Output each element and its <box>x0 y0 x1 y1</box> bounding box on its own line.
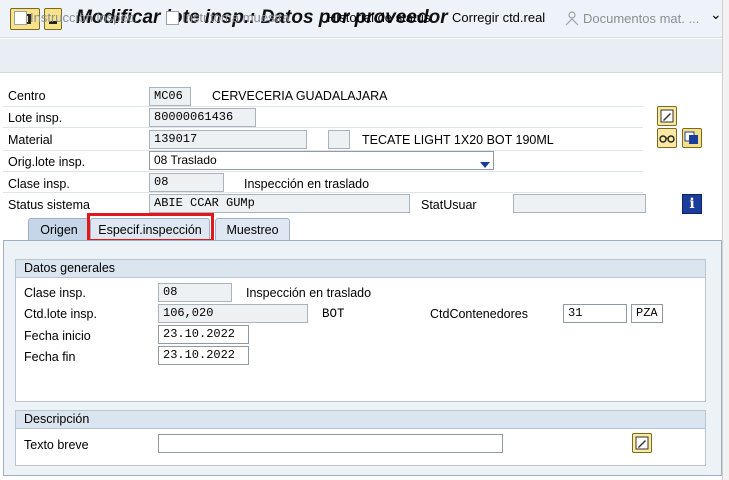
documentos-mat-button[interactable]: Documentos mat. ... <box>564 10 699 26</box>
dg-fecha-fin-field[interactable]: 23.10.2022 <box>158 346 249 365</box>
clase-insp-label: Clase insp. <box>8 177 70 191</box>
glasses-icon[interactable] <box>657 128 677 148</box>
status-sistema-label: Status sistema <box>8 198 90 212</box>
tab-muestreo[interactable]: Muestreo <box>215 218 290 240</box>
instr-toma-muestra-label: Instr.toma muestra <box>182 10 290 25</box>
clase-insp-field[interactable]: 08 <box>149 173 224 192</box>
texto-breve-input[interactable] <box>158 434 503 453</box>
document-icon <box>166 10 179 25</box>
dg-contenedores-label: CtdContenedores <box>430 307 528 321</box>
lote-insp-field[interactable]: 80000061436 <box>149 108 256 127</box>
dg-contenedores-field[interactable]: 31 <box>563 304 627 323</box>
dg-contenedores-unit-field[interactable]: PZA <box>631 304 663 323</box>
dg-fecha-inicio-label: Fecha inicio <box>24 329 91 343</box>
orig-lote-select[interactable]: 08 Traslado <box>149 151 494 170</box>
datos-generales-title: Datos generales <box>16 260 705 278</box>
chevron-down-icon[interactable] <box>480 157 490 171</box>
corregir-ctd-real-label: Corregir ctd.real <box>452 10 546 25</box>
divider <box>3 127 643 128</box>
more-toolbar-button[interactable]: ⌄ <box>710 6 722 23</box>
dg-fecha-inicio-field[interactable]: 23.10.2022 <box>158 325 249 344</box>
edit-icon[interactable] <box>632 433 652 453</box>
material-field[interactable]: 139017 <box>149 130 307 149</box>
divider <box>3 106 643 107</box>
centro-description: CERVECERIA GUADALAJARA <box>212 89 388 103</box>
dg-fecha-fin-label: Fecha fin <box>24 350 76 364</box>
corregir-ctd-real-button[interactable]: Corregir ctd.real <box>452 10 545 25</box>
status-sistema-field[interactable]: ABIE CCAR GUMp <box>149 194 410 213</box>
instr-toma-muestra-button[interactable]: Instr.toma muestra <box>166 10 290 25</box>
document-icon <box>14 10 27 25</box>
tab-origen[interactable]: Origen <box>28 218 90 240</box>
centro-label: Centro <box>8 89 46 103</box>
historial-status-button[interactable]: Historial de status <box>327 10 430 25</box>
dg-clase-field[interactable]: 08 <box>158 283 232 302</box>
orig-lote-value: 08 Traslado <box>154 153 217 167</box>
centro-field[interactable]: MC06 <box>149 87 191 106</box>
orig-lote-label: Orig.lote insp. <box>8 155 86 169</box>
lote-insp-label: Lote insp. <box>8 111 63 125</box>
descripcion-title: Descripción <box>16 411 705 429</box>
historial-status-label: Historial de status <box>327 10 431 25</box>
dg-clase-label: Clase insp. <box>24 286 86 300</box>
instruccion-inspec-button[interactable]: Instrucción inspec. <box>14 10 138 25</box>
edit-icon[interactable] <box>657 106 677 126</box>
dg-clase-description: Inspección en traslado <box>246 286 372 300</box>
application-toolbar <box>0 39 729 73</box>
divider <box>3 171 643 172</box>
material-aux-field[interactable] <box>328 130 350 149</box>
copy-icon[interactable] <box>682 128 702 148</box>
statusuar-field[interactable] <box>513 194 646 213</box>
statusuar-label: StatUsuar <box>421 198 477 212</box>
documentos-mat-label: Documentos mat. ... <box>583 10 700 26</box>
dg-ctd-unit: BOT <box>322 307 345 321</box>
material-label: Material <box>8 133 53 147</box>
datos-generales-group: Datos generales <box>15 259 706 402</box>
dg-ctd-field[interactable]: 106,020 <box>158 304 308 323</box>
highlight-box <box>87 213 214 242</box>
dg-ctd-label: Ctd.lote insp. <box>24 307 97 321</box>
person-doc-icon <box>565 11 579 26</box>
instruccion-inspec-label: Instrucción inspec. <box>30 10 138 25</box>
window-edge <box>722 0 729 480</box>
divider <box>3 192 643 193</box>
texto-breve-label: Texto breve <box>24 438 89 452</box>
clase-insp-description: Inspección en traslado <box>244 177 370 191</box>
info-icon[interactable]: i <box>682 194 702 214</box>
material-description: TECATE LIGHT 1X20 BOT 190ML <box>362 133 554 147</box>
